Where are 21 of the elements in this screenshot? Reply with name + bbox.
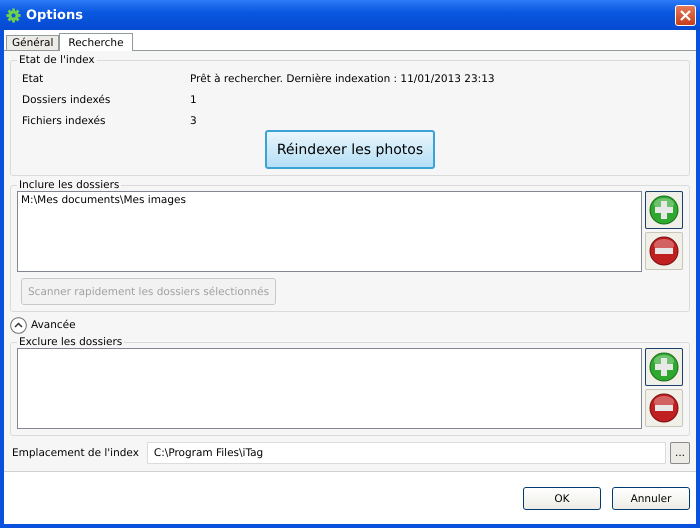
reindex-button[interactable]: Réindexer les photos [264, 130, 436, 169]
tab[interactable]: Recherche [59, 33, 133, 51]
tab[interactable]: Général [6, 35, 60, 50]
group-title: Etat de l'index [18, 54, 96, 66]
field-label: Etat [22, 73, 44, 85]
folder-list[interactable]: M:\Mes documents\Mes images [17, 191, 642, 272]
advanced-label[interactable]: Avancée [31, 319, 76, 331]
index-path-field[interactable]: C:\Program Files\iTag [146, 442, 666, 464]
browse-button[interactable]: ... [670, 442, 690, 464]
dialog-button[interactable]: OK [523, 487, 601, 510]
field-label: Dossiers indexés [22, 94, 112, 106]
list-item[interactable]: M:\Mes documents\Mes images [21, 194, 638, 206]
field-value: Prêt à rechercher. Dernière indexation : 11/01/2013 23:13 [190, 73, 496, 85]
window-title: Options [26, 8, 84, 22]
field-value: 1 [190, 94, 198, 106]
field-value: 3 [190, 115, 198, 127]
group-title: Exclure les dossiers [18, 336, 124, 348]
field-label: Fichiers indexés [22, 115, 106, 127]
field-label: Emplacement de l'index [12, 447, 140, 459]
dialog-button[interactable]: Annuler [612, 487, 690, 510]
group-title: Inclure les dossiers [18, 179, 120, 191]
